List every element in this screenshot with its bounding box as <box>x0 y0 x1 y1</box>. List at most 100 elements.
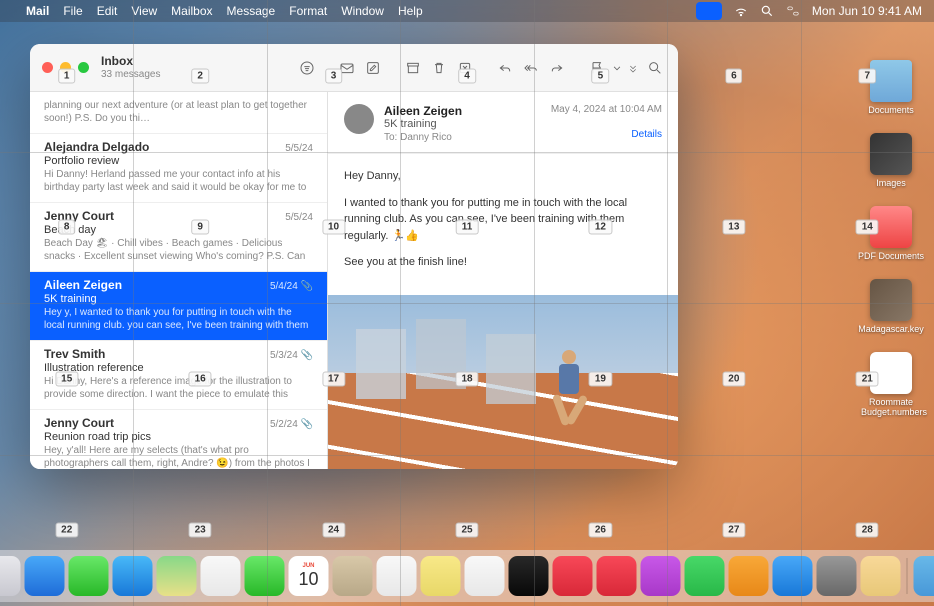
flag-menu-button[interactable] <box>610 56 624 80</box>
spotlight-icon[interactable] <box>760 4 774 18</box>
delete-button[interactable] <box>426 56 452 80</box>
msg-preview: Hi Danny, Here's a reference image for t… <box>44 375 313 401</box>
minimize-button[interactable] <box>60 62 71 73</box>
dock-app-contacts[interactable] <box>333 556 373 596</box>
message-row[interactable]: Alejandra Delgado5/5/24Portfolio reviewH… <box>30 134 327 203</box>
dock-app-downloads[interactable] <box>914 556 934 596</box>
reply-all-button[interactable] <box>518 56 544 80</box>
folder-icon <box>870 133 912 175</box>
flag-button[interactable] <box>584 56 610 80</box>
dock-app-appstore[interactable] <box>773 556 813 596</box>
message-reader: Aileen Zeigen 5K training To: Danny Rico… <box>328 92 678 469</box>
msg-subject: Reunion road trip pics <box>44 431 313 443</box>
desktop-label: Roommate Budget.numbers <box>861 397 921 417</box>
filter-button[interactable] <box>294 56 320 80</box>
dock-app-messages[interactable] <box>69 556 109 596</box>
menubar: Mail File Edit View Mailbox Message Form… <box>0 0 934 22</box>
dock-app-reminders[interactable] <box>377 556 417 596</box>
window-subtitle: 33 messages <box>101 69 160 81</box>
app-menu[interactable]: Mail <box>26 4 49 18</box>
dock-app-music[interactable] <box>553 556 593 596</box>
junk-button[interactable] <box>452 56 478 80</box>
dock-app-numbers[interactable] <box>685 556 725 596</box>
forward-button[interactable] <box>544 56 570 80</box>
desktop-label: Madagascar.key <box>858 324 924 334</box>
desktop-icons: Documents Images PDF Documents Madagasca… <box>862 60 920 417</box>
desktop-item-madagascar[interactable]: Madagascar.key <box>862 279 920 334</box>
dock-app-maps[interactable] <box>157 556 197 596</box>
menu-file[interactable]: File <box>63 4 82 18</box>
dock-app-tv[interactable] <box>509 556 549 596</box>
voice-control-icon[interactable] <box>696 2 722 20</box>
traffic-lights <box>42 62 89 73</box>
message-row[interactable]: Jenny Court5/5/24Beach dayBeach Day 🏖 · … <box>30 203 327 272</box>
desktop-item-pdf[interactable]: PDF Documents <box>862 206 920 261</box>
dock-app-notes[interactable] <box>421 556 461 596</box>
dock-app-pages[interactable] <box>729 556 769 596</box>
dock-app-safari[interactable] <box>25 556 65 596</box>
dock-app-calendar[interactable]: JUN10 <box>289 556 329 596</box>
search-button[interactable] <box>642 56 668 80</box>
reply-button[interactable] <box>492 56 518 80</box>
dock-app-facetime[interactable] <box>245 556 285 596</box>
sender-avatar[interactable] <box>344 104 374 134</box>
msg-date: 5/2/24 📎 <box>270 419 313 430</box>
dock-separator <box>907 558 908 594</box>
menu-edit[interactable]: Edit <box>97 4 118 18</box>
folder-icon <box>870 60 912 102</box>
zoom-button[interactable] <box>78 62 89 73</box>
titlebar[interactable]: Inbox 33 messages <box>30 44 678 92</box>
msg-preview: planning our next adventure (or at least… <box>44 99 313 125</box>
menu-view[interactable]: View <box>131 4 157 18</box>
menu-message[interactable]: Message <box>227 4 276 18</box>
dock-app-photos[interactable] <box>201 556 241 596</box>
details-link[interactable]: Details <box>551 129 662 140</box>
dock-app-news[interactable] <box>597 556 637 596</box>
more-button[interactable] <box>624 56 642 80</box>
dock-app-freeform[interactable] <box>465 556 505 596</box>
dock-app-podcasts[interactable] <box>641 556 681 596</box>
mail-window: Inbox 33 messages planning our next adve… <box>30 44 678 469</box>
msg-date: 5/5/24 <box>285 143 313 154</box>
msg-date: 5/5/24 <box>285 212 313 223</box>
msg-preview: Hey, y'all! Here are my selects (that's … <box>44 444 313 469</box>
desktop-item-budget[interactable]: Roommate Budget.numbers <box>862 352 920 417</box>
window-title: Inbox <box>101 54 160 68</box>
message-list[interactable]: planning our next adventure (or at least… <box>30 92 328 469</box>
menu-window[interactable]: Window <box>341 4 384 18</box>
compose-envelope-button[interactable] <box>334 56 360 80</box>
toolbar <box>294 44 668 92</box>
control-center-icon[interactable] <box>786 4 800 18</box>
dock-app-iphone[interactable] <box>861 556 901 596</box>
numbers-icon <box>870 352 912 394</box>
datetime[interactable]: Mon Jun 10 9:41 AM <box>812 4 922 18</box>
dock-app-settings[interactable] <box>817 556 857 596</box>
reader-from: Aileen Zeigen <box>384 104 462 118</box>
menu-help[interactable]: Help <box>398 4 423 18</box>
desktop-label: Images <box>876 178 906 188</box>
message-row[interactable]: Jenny Court 5/2/24 📎Reunion road trip pic… <box>30 410 327 469</box>
close-button[interactable] <box>42 62 53 73</box>
msg-from: Jenny Court <box>44 416 114 430</box>
msg-from: Trev Smith <box>44 347 105 361</box>
wifi-icon[interactable] <box>734 4 748 18</box>
attachment-image[interactable] <box>328 295 678 470</box>
folder-icon <box>870 206 912 248</box>
desktop-label: Documents <box>868 105 914 115</box>
msg-subject: Beach day <box>44 224 313 236</box>
dock-app-mail[interactable] <box>113 556 153 596</box>
msg-subject: Illustration reference <box>44 362 313 374</box>
message-row[interactable]: Trev Smith 5/3/24 📎Illustration reference… <box>30 341 327 410</box>
compose-button[interactable] <box>360 56 386 80</box>
message-row[interactable]: Aileen Zeigen5/4/24 📎5K trainingHey y, I… <box>30 272 327 341</box>
message-row[interactable]: planning our next adventure (or at least… <box>30 92 327 134</box>
dock-app-launchpad[interactable] <box>0 556 21 596</box>
menu-format[interactable]: Format <box>289 4 327 18</box>
desktop-item-images[interactable]: Images <box>862 133 920 188</box>
archive-button[interactable] <box>400 56 426 80</box>
msg-subject: 5K training <box>44 293 313 305</box>
reader-to: To: Danny Rico <box>384 132 462 143</box>
menu-mailbox[interactable]: Mailbox <box>171 4 212 18</box>
msg-date: 5/3/24 📎 <box>270 350 313 361</box>
desktop-item-documents[interactable]: Documents <box>862 60 920 115</box>
